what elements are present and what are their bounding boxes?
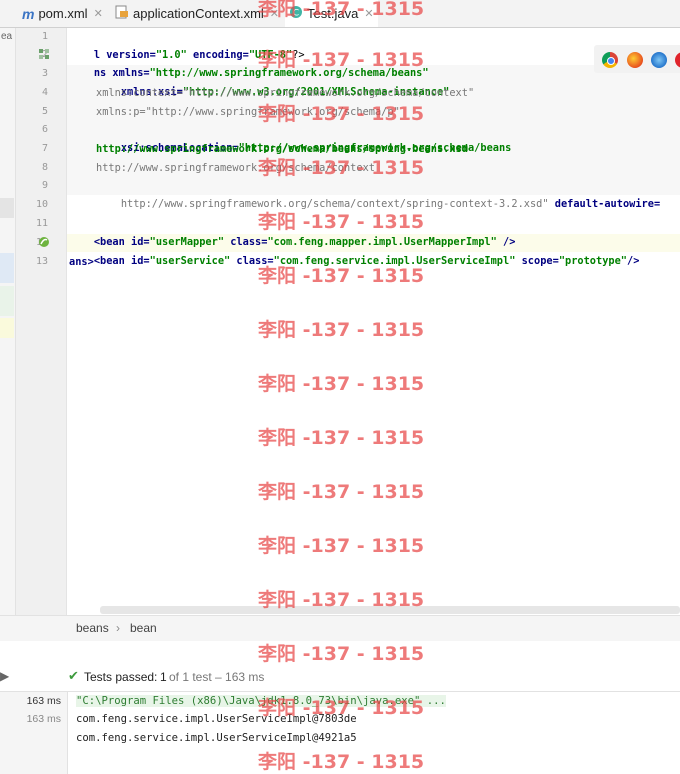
- maven-icon: m: [22, 5, 35, 22]
- test-duration[interactable]: 163 ms: [27, 713, 61, 725]
- line-number: 9: [41, 180, 48, 191]
- breadcrumb-item-beans[interactable]: beans: [76, 621, 109, 635]
- check-icon: ✔: [68, 668, 79, 683]
- watermark-text: 李阳 -137 - 1315: [258, 427, 425, 449]
- watermark-text: 李阳 -137 - 1315: [258, 535, 425, 557]
- tests-passed-detail: of 1 test – 163 ms: [169, 670, 265, 684]
- code-line-13: ans>: [69, 256, 94, 268]
- line-number: 4: [41, 87, 48, 98]
- firefox-icon[interactable]: [627, 52, 643, 68]
- tab-label: applicationContext.xml: [133, 6, 264, 21]
- watermark-text: 李阳 -137 - 1315: [258, 265, 425, 287]
- line-number: 1: [41, 31, 48, 42]
- line-number: 6: [41, 124, 48, 135]
- line-number: 10: [35, 199, 48, 210]
- code-line-12: <bean id="userService" class="com.feng.s…: [93, 255, 640, 267]
- watermark-text: 李阳 -137 - 1315: [258, 589, 425, 611]
- safari-icon[interactable]: [651, 52, 667, 68]
- project-panel-edge-text: ea: [1, 31, 13, 42]
- tab-label: pom.xml: [38, 6, 88, 21]
- line-number: 5: [41, 106, 48, 117]
- bean-gutter-icon[interactable]: [38, 48, 50, 63]
- watermark-text: 李阳 -137 - 1315: [258, 751, 425, 773]
- breadcrumb-item-bean[interactable]: bean: [130, 621, 157, 635]
- spring-bean-icon[interactable]: [38, 236, 50, 251]
- close-icon[interactable]: ✕: [94, 7, 103, 20]
- test-tree: 163 ms 163 ms: [0, 692, 68, 774]
- watermark-text: 李阳 -137 - 1315: [258, 697, 425, 719]
- line-number: 8: [41, 162, 48, 173]
- chrome-icon[interactable]: [602, 52, 618, 68]
- line-number: 7: [41, 143, 48, 154]
- watermark-text: 李阳 -137 - 1315: [258, 373, 425, 395]
- watermark-text: 李阳 -137 - 1315: [258, 643, 425, 665]
- breadcrumb-separator: ›: [116, 621, 120, 635]
- watermark-text: 李阳 -137 - 1315: [258, 211, 425, 233]
- tab-application-context-xml[interactable]: applicationContext.xml ✕: [115, 0, 279, 27]
- watermark-text: 李阳 -137 - 1315: [258, 319, 425, 341]
- tab-pom-xml[interactable]: m pom.xml ✕: [22, 0, 103, 27]
- opera-icon[interactable]: [675, 52, 680, 68]
- line-number: 3: [41, 68, 48, 79]
- console-line: com.feng.service.impl.UserServiceImpl@49…: [76, 732, 357, 744]
- watermark-text: 李阳 -137 - 1315: [258, 49, 425, 71]
- run-status-bar: ▶ ✔ Tests passed: 1 of 1 test – 163 ms: [0, 663, 680, 692]
- breadcrumb: beans › bean: [0, 615, 680, 642]
- xml-file-icon: [115, 5, 129, 22]
- test-duration[interactable]: 163 ms: [27, 695, 61, 707]
- browser-icons: [594, 45, 680, 73]
- watermark-text: 李阳 -137 - 1315: [258, 157, 425, 179]
- watermark-text: 李阳 -137 - 1315: [258, 0, 425, 20]
- tests-passed-count: 1: [160, 670, 167, 684]
- code-line-1: l version="1.0" encoding="UTF-8"?>: [93, 49, 305, 61]
- watermark-text: 李阳 -137 - 1315: [258, 103, 425, 125]
- run-panel-edge-icon: ▶: [0, 669, 10, 683]
- tests-passed-label: Tests passed:: [84, 670, 158, 684]
- line-number-gutter: 1 2 3 4 5 6 7 8 9 10 11 12 13: [16, 28, 67, 615]
- line-number: 11: [35, 218, 48, 229]
- line-number: 13: [35, 256, 48, 267]
- project-panel-edge: ea: [0, 28, 16, 640]
- watermark-text: 李阳 -137 - 1315: [258, 481, 425, 503]
